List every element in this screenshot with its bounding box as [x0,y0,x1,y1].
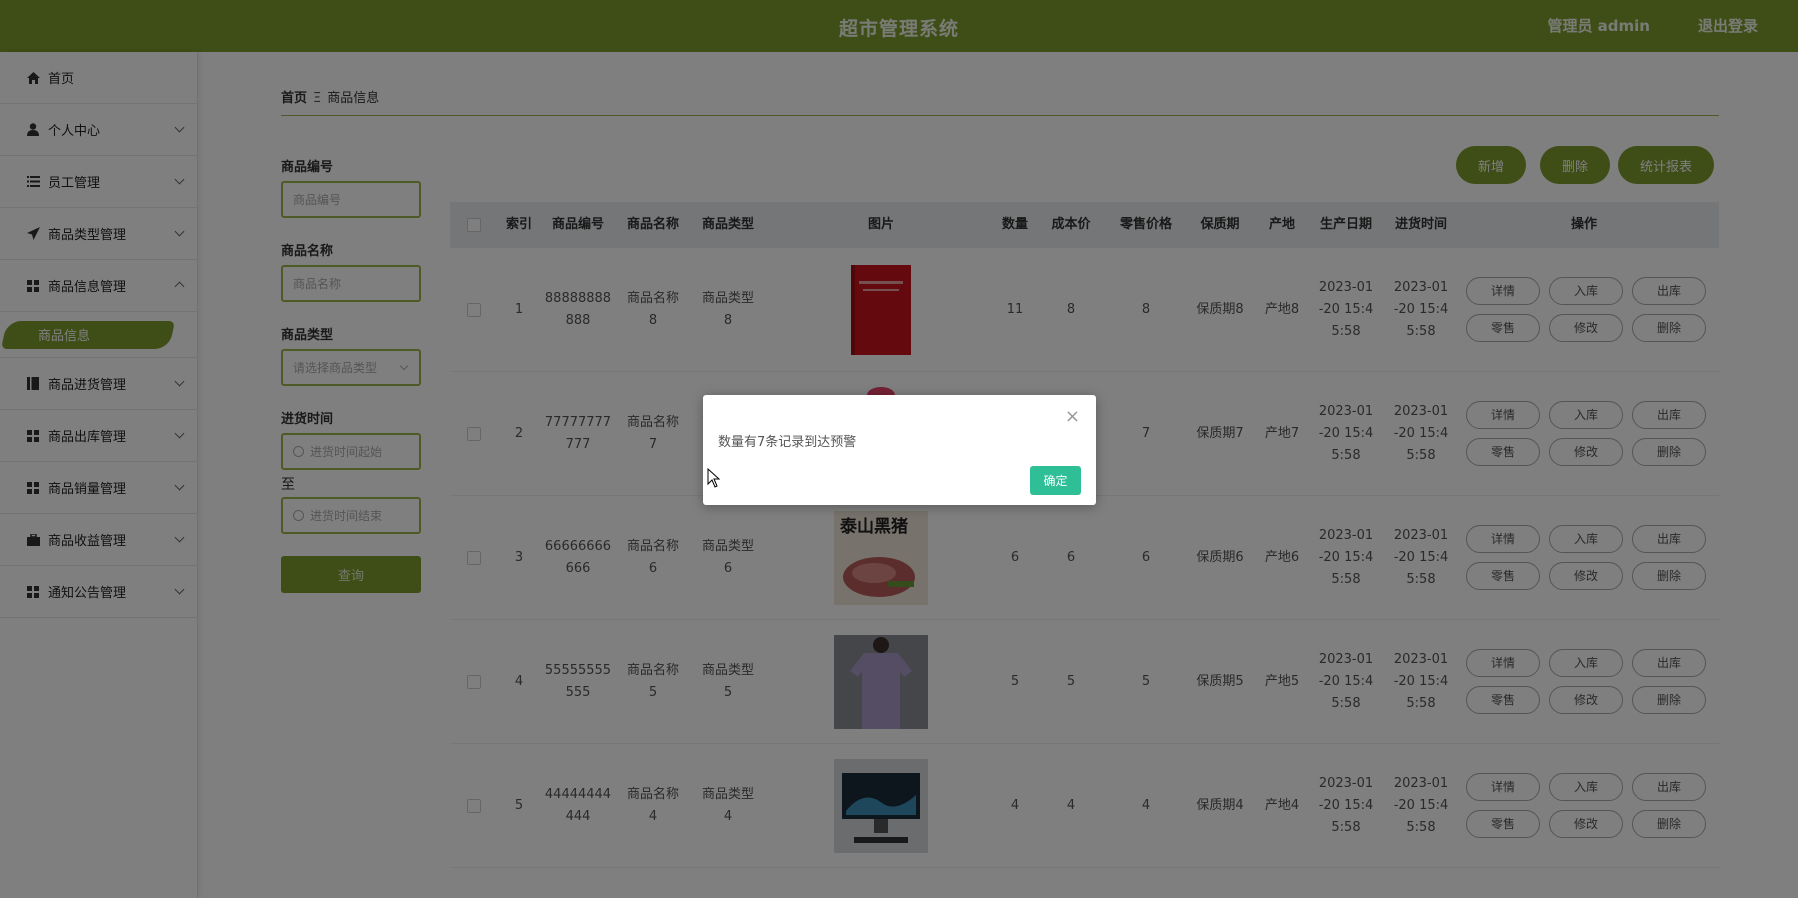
close-icon[interactable]: × [1065,406,1080,427]
confirm-button[interactable]: 确定 [1030,466,1081,495]
alert-dialog: × 数量有7条记录到达预警 确定 [703,395,1096,505]
alert-message: 数量有7条记录到达预警 [718,435,857,450]
